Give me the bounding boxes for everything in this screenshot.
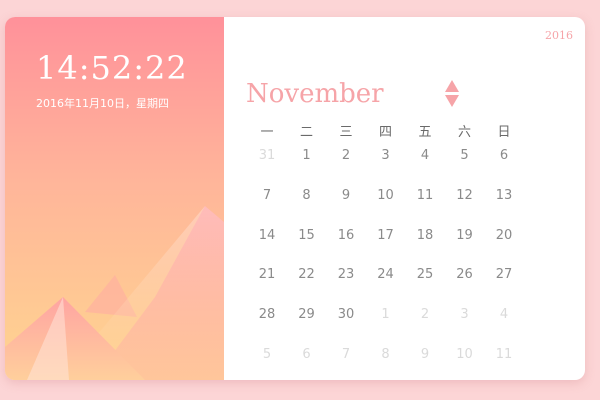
day-cell[interactable]: 20: [487, 227, 521, 245]
day-cell-other-month[interactable]: 1: [369, 306, 403, 324]
day-cell-other-month[interactable]: 5: [250, 346, 284, 364]
triangle-down-icon[interactable]: [445, 95, 459, 107]
day-cell[interactable]: 4: [408, 147, 442, 165]
day-cell-other-month[interactable]: 31: [250, 147, 284, 165]
day-cell-other-month[interactable]: 7: [329, 346, 363, 364]
weekday-label: 三: [339, 125, 353, 140]
day-grid: 31 1 2 3 4 5 6 7 8 9 10 11 12 13 14 15 16 17 18 19 20 21 22 23 2…: [259, 147, 544, 377]
day-cell[interactable]: 12: [448, 187, 482, 205]
day-cell[interactable]: 15: [290, 227, 324, 245]
day-cell-other-month[interactable]: 4: [487, 306, 521, 324]
weekday-label: 六: [457, 125, 471, 140]
day-cell[interactable]: 10: [369, 187, 403, 205]
weekday-label: 日: [497, 125, 511, 140]
day-cell[interactable]: 21: [250, 266, 284, 284]
calendar-panel: 2016 November 一二三四五六日 31 1 2 3 4 5 6 7 8 9 10 11 12 1…: [224, 17, 585, 380]
day-cell[interactable]: 1: [290, 147, 324, 165]
day-cell[interactable]: 14: [250, 227, 284, 245]
day-cell[interactable]: 8: [290, 187, 324, 205]
day-cell[interactable]: 11: [408, 187, 442, 205]
month-switcher: [445, 80, 461, 108]
day-cell[interactable]: 27: [487, 266, 521, 284]
day-cell-other-month[interactable]: 6: [290, 346, 324, 364]
day-cell[interactable]: 7: [250, 187, 284, 205]
day-cell[interactable]: 22: [290, 266, 324, 284]
day-cell[interactable]: 26: [448, 266, 482, 284]
day-cell[interactable]: 28: [250, 306, 284, 324]
day-cell[interactable]: 19: [448, 227, 482, 245]
day-cell[interactable]: 6: [487, 147, 521, 165]
day-cell[interactable]: 30: [329, 306, 363, 324]
day-cell[interactable]: 13: [487, 187, 521, 205]
day-cell[interactable]: 17: [369, 227, 403, 245]
mountain-illustration: [5, 206, 224, 380]
day-cell[interactable]: 25: [408, 266, 442, 284]
day-cell-other-month[interactable]: 2: [408, 306, 442, 324]
year-label: 2016: [545, 29, 573, 42]
day-cell-other-month[interactable]: 11: [487, 346, 521, 364]
day-cell[interactable]: 2: [329, 147, 363, 165]
day-cell[interactable]: 23: [329, 266, 363, 284]
triangle-up-icon[interactable]: [445, 80, 459, 92]
day-cell[interactable]: 3: [369, 147, 403, 165]
weekday-label: 二: [299, 125, 313, 140]
weekday-label: 四: [378, 125, 392, 140]
day-cell-other-month[interactable]: 3: [448, 306, 482, 324]
day-cell[interactable]: 5: [448, 147, 482, 165]
weekday-label: 一: [260, 125, 274, 140]
day-cell[interactable]: 29: [290, 306, 324, 324]
day-cell[interactable]: 16: [329, 227, 363, 245]
day-cell-other-month[interactable]: 9: [408, 346, 442, 364]
weekday-header: 一二三四五六日: [260, 121, 544, 140]
day-cell[interactable]: 18: [408, 227, 442, 245]
month-title: November: [246, 79, 384, 109]
day-cell-other-month[interactable]: 8: [369, 346, 403, 364]
day-cell-other-month[interactable]: 10: [448, 346, 482, 364]
weekday-label: 五: [418, 125, 432, 140]
clock-panel: 14:52:22 2016年11月10日，星期四: [5, 17, 224, 380]
day-cell[interactable]: 9: [329, 187, 363, 205]
calendar-widget: 14:52:22 2016年11月10日，星期四 2016 November 一…: [5, 17, 585, 380]
day-cell[interactable]: 24: [369, 266, 403, 284]
